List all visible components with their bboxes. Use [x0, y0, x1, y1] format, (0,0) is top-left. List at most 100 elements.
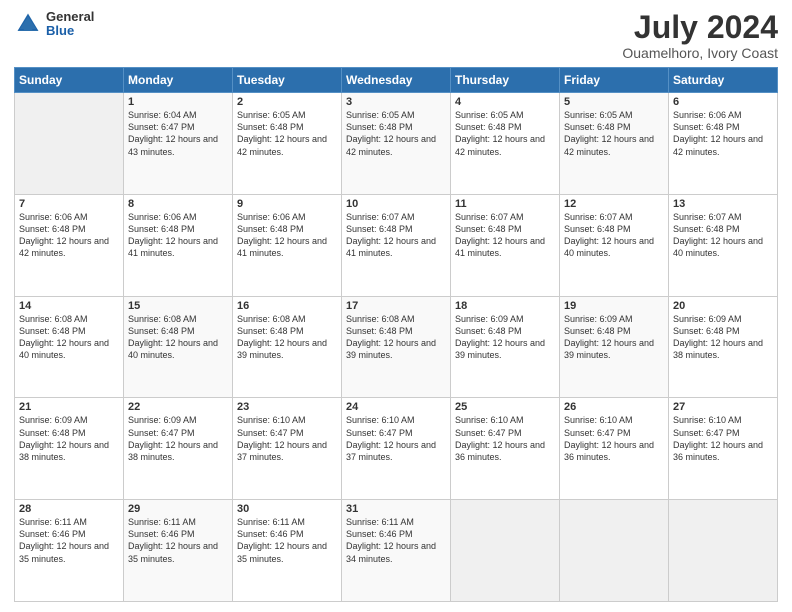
day-info: Sunrise: 6:07 AMSunset: 6:48 PMDaylight:… — [455, 211, 555, 260]
day-info: Sunrise: 6:07 AMSunset: 6:48 PMDaylight:… — [564, 211, 664, 260]
day-info: Sunrise: 6:08 AMSunset: 6:48 PMDaylight:… — [237, 313, 337, 362]
day-info: Sunrise: 6:09 AMSunset: 6:48 PMDaylight:… — [455, 313, 555, 362]
day-info: Sunrise: 6:06 AMSunset: 6:48 PMDaylight:… — [19, 211, 119, 260]
calendar-cell — [451, 500, 560, 602]
day-info: Sunrise: 6:09 AMSunset: 6:48 PMDaylight:… — [19, 414, 119, 463]
day-info: Sunrise: 6:08 AMSunset: 6:48 PMDaylight:… — [346, 313, 446, 362]
calendar-cell: 8Sunrise: 6:06 AMSunset: 6:48 PMDaylight… — [124, 194, 233, 296]
day-header-sunday: Sunday — [15, 68, 124, 93]
day-info: Sunrise: 6:11 AMSunset: 6:46 PMDaylight:… — [237, 516, 337, 565]
day-info: Sunrise: 6:06 AMSunset: 6:48 PMDaylight:… — [673, 109, 773, 158]
day-number: 24 — [346, 401, 446, 413]
calendar-cell: 25Sunrise: 6:10 AMSunset: 6:47 PMDayligh… — [451, 398, 560, 500]
day-info: Sunrise: 6:08 AMSunset: 6:48 PMDaylight:… — [19, 313, 119, 362]
day-header-wednesday: Wednesday — [342, 68, 451, 93]
day-number: 9 — [237, 198, 337, 210]
day-number: 30 — [237, 503, 337, 515]
day-number: 17 — [346, 300, 446, 312]
calendar-cell: 16Sunrise: 6:08 AMSunset: 6:48 PMDayligh… — [233, 296, 342, 398]
logo-general-text: General — [46, 10, 94, 24]
calendar-cell: 26Sunrise: 6:10 AMSunset: 6:47 PMDayligh… — [560, 398, 669, 500]
day-number: 10 — [346, 198, 446, 210]
day-info: Sunrise: 6:07 AMSunset: 6:48 PMDaylight:… — [346, 211, 446, 260]
day-number: 15 — [128, 300, 228, 312]
day-info: Sunrise: 6:10 AMSunset: 6:47 PMDaylight:… — [564, 414, 664, 463]
day-number: 1 — [128, 96, 228, 108]
day-header-tuesday: Tuesday — [233, 68, 342, 93]
day-number: 16 — [237, 300, 337, 312]
calendar-cell: 9Sunrise: 6:06 AMSunset: 6:48 PMDaylight… — [233, 194, 342, 296]
day-number: 12 — [564, 198, 664, 210]
day-number: 4 — [455, 96, 555, 108]
logo-text: General Blue — [46, 10, 94, 39]
calendar-cell: 29Sunrise: 6:11 AMSunset: 6:46 PMDayligh… — [124, 500, 233, 602]
day-number: 28 — [19, 503, 119, 515]
calendar-cell: 2Sunrise: 6:05 AMSunset: 6:48 PMDaylight… — [233, 93, 342, 195]
day-info: Sunrise: 6:11 AMSunset: 6:46 PMDaylight:… — [128, 516, 228, 565]
day-info: Sunrise: 6:05 AMSunset: 6:48 PMDaylight:… — [455, 109, 555, 158]
day-header-thursday: Thursday — [451, 68, 560, 93]
calendar-week-row: 1Sunrise: 6:04 AMSunset: 6:47 PMDaylight… — [15, 93, 778, 195]
day-info: Sunrise: 6:10 AMSunset: 6:47 PMDaylight:… — [237, 414, 337, 463]
calendar-cell: 4Sunrise: 6:05 AMSunset: 6:48 PMDaylight… — [451, 93, 560, 195]
calendar-cell: 12Sunrise: 6:07 AMSunset: 6:48 PMDayligh… — [560, 194, 669, 296]
day-number: 18 — [455, 300, 555, 312]
title-section: July 2024 Ouamelhoro, Ivory Coast — [622, 10, 778, 61]
calendar-cell: 14Sunrise: 6:08 AMSunset: 6:48 PMDayligh… — [15, 296, 124, 398]
day-number: 29 — [128, 503, 228, 515]
day-info: Sunrise: 6:05 AMSunset: 6:48 PMDaylight:… — [346, 109, 446, 158]
day-info: Sunrise: 6:07 AMSunset: 6:48 PMDaylight:… — [673, 211, 773, 260]
day-info: Sunrise: 6:09 AMSunset: 6:48 PMDaylight:… — [673, 313, 773, 362]
day-number: 11 — [455, 198, 555, 210]
day-info: Sunrise: 6:06 AMSunset: 6:48 PMDaylight:… — [128, 211, 228, 260]
day-header-monday: Monday — [124, 68, 233, 93]
day-info: Sunrise: 6:09 AMSunset: 6:48 PMDaylight:… — [564, 313, 664, 362]
day-info: Sunrise: 6:06 AMSunset: 6:48 PMDaylight:… — [237, 211, 337, 260]
calendar-week-row: 21Sunrise: 6:09 AMSunset: 6:48 PMDayligh… — [15, 398, 778, 500]
calendar-cell: 3Sunrise: 6:05 AMSunset: 6:48 PMDaylight… — [342, 93, 451, 195]
day-number: 7 — [19, 198, 119, 210]
day-number: 31 — [346, 503, 446, 515]
day-number: 5 — [564, 96, 664, 108]
day-number: 21 — [19, 401, 119, 413]
calendar-cell: 30Sunrise: 6:11 AMSunset: 6:46 PMDayligh… — [233, 500, 342, 602]
day-info: Sunrise: 6:10 AMSunset: 6:47 PMDaylight:… — [673, 414, 773, 463]
header: General Blue July 2024 Ouamelhoro, Ivory… — [14, 10, 778, 61]
calendar-cell: 10Sunrise: 6:07 AMSunset: 6:48 PMDayligh… — [342, 194, 451, 296]
calendar-cell: 19Sunrise: 6:09 AMSunset: 6:48 PMDayligh… — [560, 296, 669, 398]
subtitle: Ouamelhoro, Ivory Coast — [622, 45, 778, 61]
calendar-cell: 31Sunrise: 6:11 AMSunset: 6:46 PMDayligh… — [342, 500, 451, 602]
calendar-cell: 21Sunrise: 6:09 AMSunset: 6:48 PMDayligh… — [15, 398, 124, 500]
logo-blue-text: Blue — [46, 24, 94, 38]
day-number: 13 — [673, 198, 773, 210]
calendar-week-row: 28 Sunrise: 6:11 AMSunset: 6:46 PMDayligh… — [15, 500, 778, 602]
day-info: Sunrise: 6:08 AMSunset: 6:48 PMDaylight:… — [128, 313, 228, 362]
calendar-cell: 18Sunrise: 6:09 AMSunset: 6:48 PMDayligh… — [451, 296, 560, 398]
calendar-cell: 22Sunrise: 6:09 AMSunset: 6:47 PMDayligh… — [124, 398, 233, 500]
main-title: July 2024 — [622, 10, 778, 45]
logo: General Blue — [14, 10, 94, 39]
calendar-header-row: SundayMondayTuesdayWednesdayThursdayFrid… — [15, 68, 778, 93]
calendar-cell: 13Sunrise: 6:07 AMSunset: 6:48 PMDayligh… — [669, 194, 778, 296]
calendar-week-row: 14Sunrise: 6:08 AMSunset: 6:48 PMDayligh… — [15, 296, 778, 398]
calendar-cell: 27Sunrise: 6:10 AMSunset: 6:47 PMDayligh… — [669, 398, 778, 500]
day-number: 19 — [564, 300, 664, 312]
day-number: 3 — [346, 96, 446, 108]
calendar-cell — [560, 500, 669, 602]
day-number: 25 — [455, 401, 555, 413]
day-info: Sunrise: 6:10 AMSunset: 6:47 PMDaylight:… — [455, 414, 555, 463]
calendar-table: SundayMondayTuesdayWednesdayThursdayFrid… — [14, 67, 778, 602]
calendar-cell: 5Sunrise: 6:05 AMSunset: 6:48 PMDaylight… — [560, 93, 669, 195]
calendar-cell: 23Sunrise: 6:10 AMSunset: 6:47 PMDayligh… — [233, 398, 342, 500]
day-header-friday: Friday — [560, 68, 669, 93]
day-info: Sunrise: 6:05 AMSunset: 6:48 PMDaylight:… — [564, 109, 664, 158]
calendar-cell: 28Sunrise: 6:11 AMSunset: 6:46 PMDayligh… — [15, 500, 124, 602]
calendar-cell: 24Sunrise: 6:10 AMSunset: 6:47 PMDayligh… — [342, 398, 451, 500]
logo-icon — [14, 10, 42, 38]
day-number: 2 — [237, 96, 337, 108]
calendar-cell — [669, 500, 778, 602]
calendar-cell: 1Sunrise: 6:04 AMSunset: 6:47 PMDaylight… — [124, 93, 233, 195]
calendar-week-row: 7Sunrise: 6:06 AMSunset: 6:48 PMDaylight… — [15, 194, 778, 296]
calendar-cell: 15Sunrise: 6:08 AMSunset: 6:48 PMDayligh… — [124, 296, 233, 398]
day-number: 14 — [19, 300, 119, 312]
